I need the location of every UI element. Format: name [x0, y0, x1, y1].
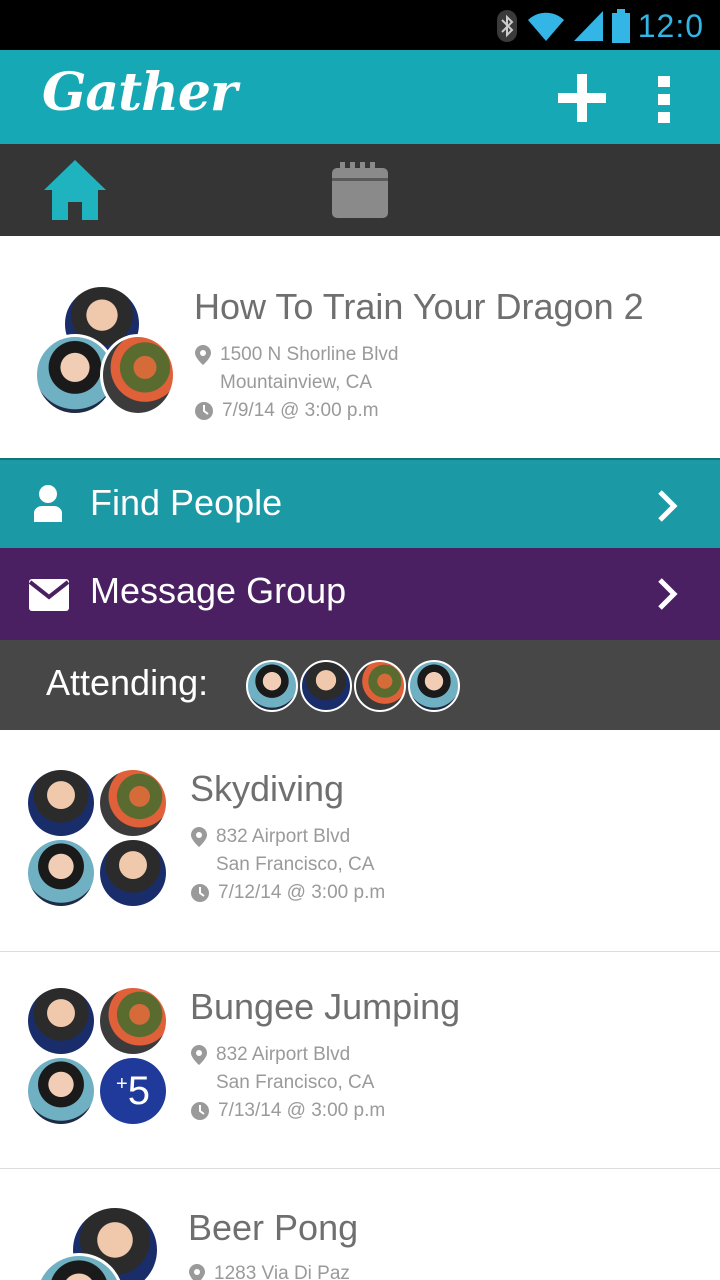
avatar: [28, 770, 94, 836]
event-location: 832 Airport Blvd: [190, 826, 350, 848]
extra-count: 5: [127, 1068, 150, 1113]
event-card[interactable]: Beer Pong 1283 Via Di Paz: [0, 1169, 720, 1280]
location-pin-icon: [195, 345, 211, 365]
find-people-label: Find People: [90, 482, 283, 523]
datetime-text: 7/13/14 @ 3:00 p.m: [218, 1100, 386, 1121]
message-group-button[interactable]: Message Group: [0, 548, 720, 640]
avatar: [100, 334, 176, 416]
avatar: [100, 840, 166, 906]
home-icon[interactable]: [42, 158, 108, 222]
event-datetime: 7/12/14 @ 3:00 p.m: [190, 882, 385, 904]
event-title: Beer Pong: [188, 1207, 359, 1248]
bluetooth-icon: [496, 10, 517, 42]
datetime-text: 7/12/14 @ 3:00 p.m: [218, 882, 386, 903]
avatar: [28, 988, 94, 1054]
add-icon[interactable]: [556, 72, 608, 124]
mail-icon: [28, 579, 70, 611]
address-line1: 832 Airport Blvd: [216, 826, 351, 847]
clock: 12:0: [637, 7, 704, 44]
avatar: [100, 988, 166, 1054]
more-vert-icon[interactable]: [650, 74, 678, 126]
message-group-label: Message Group: [90, 570, 347, 611]
calendar-icon[interactable]: [330, 162, 390, 220]
event-card[interactable]: Skydiving 832 Airport Blvd San Francisco…: [0, 730, 720, 952]
event-card[interactable]: +5 Bungee Jumping 832 Airport Blvd San F…: [0, 952, 720, 1168]
chevron-right-icon: [658, 578, 678, 610]
battery-icon: [611, 9, 630, 43]
clock-icon: [191, 1102, 209, 1120]
event-datetime: 7/13/14 @ 3:00 p.m: [190, 1100, 385, 1122]
status-icons: 12:0: [496, 6, 704, 46]
event-location: 1500 N Shorline Blvd: [194, 344, 399, 366]
location-pin-icon: [191, 1045, 207, 1065]
attending-label: Attending:: [46, 662, 209, 703]
app-logo: Gather: [42, 62, 237, 123]
address-line2: San Francisco, CA: [216, 854, 375, 875]
featured-event-card[interactable]: How To Train Your Dragon 2 1500 N Shorli…: [0, 236, 720, 458]
location-pin-icon: [191, 827, 207, 847]
wifi-icon: [527, 12, 564, 41]
chevron-right-icon: [658, 490, 678, 522]
event-datetime: 7/9/14 @ 3:00 p.m: [194, 400, 379, 422]
address-line1: 832 Airport Blvd: [216, 1044, 351, 1065]
status-bar: 12:0: [0, 0, 720, 50]
plus-sign: +: [116, 1072, 128, 1095]
clock-icon: [191, 884, 209, 902]
event-title: Skydiving: [190, 768, 345, 809]
address-line2: San Francisco, CA: [216, 1072, 375, 1093]
attending-avatars: [246, 660, 460, 712]
datetime-text: 7/9/14 @ 3:00 p.m: [222, 400, 379, 421]
avatar: [28, 1058, 94, 1124]
avatar[interactable]: [246, 660, 298, 712]
location-pin-icon: [189, 1264, 205, 1280]
avatar[interactable]: [354, 660, 406, 712]
avatar: [28, 840, 94, 906]
more-attendees-badge[interactable]: +5: [100, 1058, 166, 1124]
app-bar: Gather: [0, 50, 720, 144]
event-title: How To Train Your Dragon 2: [194, 286, 644, 327]
person-icon: [34, 485, 62, 522]
tab-bar: [0, 144, 720, 236]
address-line2: Mountainview, CA: [220, 372, 373, 393]
event-title: Bungee Jumping: [190, 986, 461, 1027]
avatar[interactable]: [408, 660, 460, 712]
find-people-button[interactable]: Find People: [0, 458, 720, 548]
attending-bar: Attending:: [0, 640, 720, 730]
event-location: 1283 Via Di Paz: [188, 1263, 350, 1280]
address-line1: 1283 Via Di Paz: [214, 1263, 350, 1280]
avatar[interactable]: [300, 660, 352, 712]
clock-icon: [195, 402, 213, 420]
avatar: [100, 770, 166, 836]
address-line1: 1500 N Shorline Blvd: [220, 344, 399, 365]
signal-icon: [573, 11, 603, 41]
event-location: 832 Airport Blvd: [190, 1044, 350, 1066]
